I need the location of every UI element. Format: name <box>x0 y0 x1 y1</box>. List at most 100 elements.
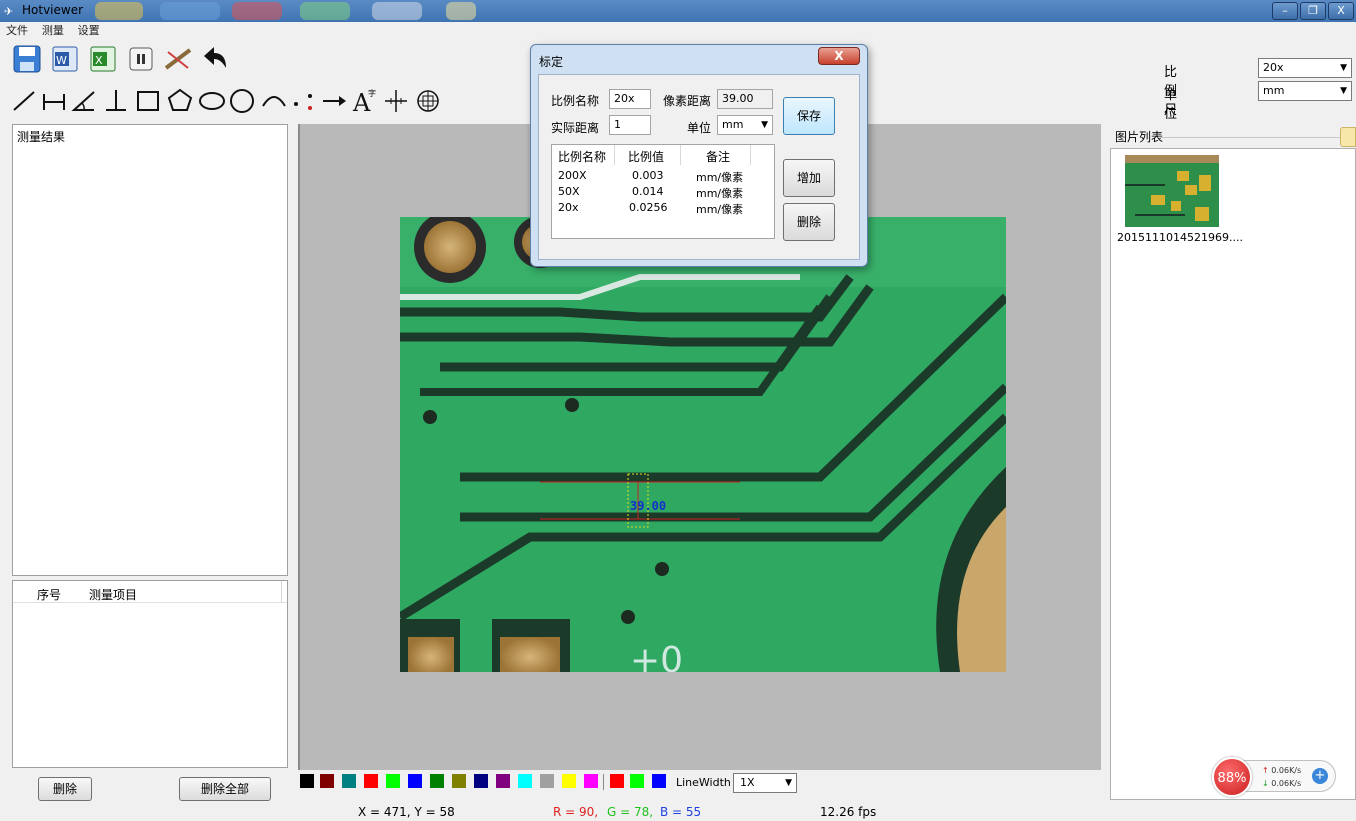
angle-tool-icon[interactable] <box>70 84 98 116</box>
unit-label: 单位 <box>1164 88 1178 122</box>
col-item[interactable]: 测量项目 <box>89 586 137 603</box>
taskbar-blob <box>160 2 220 20</box>
color-swatch[interactable] <box>540 774 554 788</box>
color-swatch[interactable] <box>652 774 666 788</box>
cursor-coords: X = 471, Y = 58 <box>358 805 455 819</box>
th-scale-name[interactable]: 比例名称 <box>558 148 606 165</box>
svg-text:X: X <box>95 54 103 67</box>
perpendicular-tool-icon[interactable] <box>102 84 130 116</box>
line-width-label: LineWidth <box>676 776 731 789</box>
thumbnail-image[interactable] <box>1125 155 1219 227</box>
line-tool-icon[interactable] <box>10 84 38 116</box>
divider <box>614 145 615 165</box>
measurement-results-panel: 测量结果 <box>12 124 288 576</box>
color-swatch[interactable] <box>320 774 334 788</box>
point-tool-icon[interactable] <box>290 84 318 116</box>
download-rate: ↓ 0.06K/s <box>1262 779 1302 788</box>
color-swatch[interactable] <box>386 774 400 788</box>
pixel-r: R = 90, <box>553 805 599 819</box>
delete-all-button[interactable]: 删除全部 <box>179 777 271 801</box>
close-button[interactable]: X <box>1328 2 1354 20</box>
th-scale-value[interactable]: 比例值 <box>628 148 664 165</box>
color-swatch[interactable] <box>342 774 356 788</box>
dialog-close-button[interactable]: X <box>818 47 860 65</box>
window-title: Hotviewer <box>22 3 84 17</box>
unit-select[interactable]: mm <box>1258 81 1352 101</box>
menu-bar: 文件 测量 设置 <box>0 22 1356 38</box>
taskbar-blob <box>446 2 476 20</box>
cell-value: 0.0256 <box>629 201 668 214</box>
minimize-button[interactable]: – <box>1272 2 1298 20</box>
divider <box>603 774 604 790</box>
line-width-select[interactable]: 1X <box>733 773 797 793</box>
measurement-items-list[interactable]: 序号 测量项目 <box>12 580 288 768</box>
status-bar: X = 471, Y = 58 R = 90, G = 78, B = 55 1… <box>0 802 1356 821</box>
pcb-image: +0 39.00 <box>400 217 1006 672</box>
measurement-label[interactable]: 39.00 <box>630 499 666 513</box>
th-note[interactable]: 备注 <box>706 148 730 165</box>
table-row[interactable]: 20x 0.0256 mm/像素 <box>552 201 774 216</box>
color-swatch[interactable] <box>518 774 532 788</box>
svg-text:字: 字 <box>368 88 376 98</box>
dimension-tool-icon[interactable] <box>40 84 68 116</box>
crosshair-tool-icon[interactable] <box>382 84 410 116</box>
plus-icon[interactable]: + <box>1312 768 1328 784</box>
circle-tool-icon[interactable] <box>228 84 256 116</box>
cell-note: mm/像素 <box>696 171 744 184</box>
color-swatch[interactable] <box>610 774 624 788</box>
target-tool-icon[interactable] <box>414 84 442 116</box>
actual-distance-label: 实际距离 <box>551 121 600 135</box>
menu-settings[interactable]: 设置 <box>78 22 100 38</box>
picture-list: 2015111014521969.... <box>1110 148 1356 800</box>
cell-value: 0.014 <box>632 185 664 198</box>
table-row[interactable]: 200X 0.003 mm/像素 <box>552 169 774 184</box>
dialog-unit-select[interactable]: mm <box>717 115 773 135</box>
list-item[interactable]: 2015111014521969.... <box>1111 149 1243 249</box>
color-swatch[interactable] <box>584 774 598 788</box>
divider <box>750 145 751 165</box>
cell-name: 20x <box>558 201 579 214</box>
pixel-distance-label: 像素距离 <box>663 94 712 108</box>
color-swatch[interactable] <box>408 774 422 788</box>
menu-measure[interactable]: 测量 <box>42 22 64 38</box>
excel-export-icon[interactable]: X <box>88 44 122 76</box>
actual-distance-input[interactable]: 1 <box>609 115 651 135</box>
delete-button[interactable]: 删除 <box>38 777 92 801</box>
scale-name-label: 比例名称 <box>551 94 600 108</box>
word-export-icon[interactable]: W <box>50 44 84 76</box>
dialog-delete-button[interactable]: 删除 <box>783 203 835 241</box>
menu-file[interactable]: 文件 <box>6 22 28 38</box>
color-swatch[interactable] <box>562 774 576 788</box>
scale-name-input[interactable]: 20x <box>609 89 651 109</box>
polygon-tool-icon[interactable] <box>166 84 194 116</box>
folder-icon[interactable] <box>1340 127 1356 147</box>
clear-icon[interactable] <box>162 44 196 76</box>
undo-icon[interactable] <box>200 44 234 76</box>
cell-name: 200X <box>558 169 587 182</box>
add-button[interactable]: 增加 <box>783 159 835 197</box>
color-swatch[interactable] <box>300 774 314 788</box>
arc-tool-icon[interactable] <box>260 84 288 116</box>
color-swatch[interactable] <box>474 774 488 788</box>
color-swatch[interactable] <box>496 774 510 788</box>
pause-icon[interactable] <box>126 44 160 76</box>
save-button[interactable]: 保存 <box>783 97 835 135</box>
table-row[interactable]: 50X 0.014 mm/像素 <box>552 185 774 200</box>
save-icon[interactable] <box>12 44 46 76</box>
text-tool-icon[interactable]: A字 <box>350 84 378 117</box>
color-swatch[interactable] <box>364 774 378 788</box>
taskbar-blob <box>232 2 282 20</box>
scale-table[interactable]: 比例名称 比例值 备注 200X 0.003 mm/像素 50X 0.014 m… <box>551 144 775 239</box>
restore-button[interactable]: ❐ <box>1300 2 1326 20</box>
color-swatch[interactable] <box>452 774 466 788</box>
col-index[interactable]: 序号 <box>37 586 61 603</box>
color-swatch[interactable] <box>630 774 644 788</box>
network-usage-badge[interactable]: 88% <box>1212 757 1252 797</box>
cell-note: mm/像素 <box>696 203 744 216</box>
color-swatch[interactable] <box>430 774 444 788</box>
ellipse-tool-icon[interactable] <box>198 84 226 116</box>
scale-select[interactable]: 20x <box>1258 58 1352 78</box>
arrow-tool-icon[interactable] <box>320 84 348 116</box>
dialog-body: 比例名称 20x 像素距离 39.00 实际距离 1 单位 mm 保存 增加 删… <box>538 74 860 260</box>
rectangle-tool-icon[interactable] <box>134 84 162 116</box>
